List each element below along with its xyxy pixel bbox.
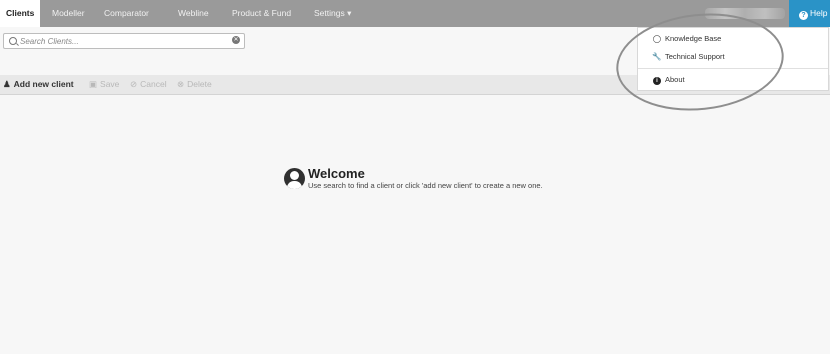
menu-item-label: About <box>665 75 685 84</box>
search-input[interactable] <box>20 34 220 48</box>
menu-divider <box>638 68 828 69</box>
save-button[interactable]: ▣ Save <box>89 75 119 94</box>
blurred-user-info <box>705 8 785 19</box>
tab-product-fund[interactable]: Product & Fund <box>232 0 291 27</box>
tab-settings[interactable]: Settings ▾ <box>314 0 351 27</box>
user-circle-icon <box>284 168 305 189</box>
delete-button[interactable]: ⊗ Delete <box>177 75 212 94</box>
add-new-client-label: Add new client <box>13 79 74 89</box>
menu-item-label: Technical Support <box>665 52 725 61</box>
help-dropdown-menu: ◯ Knowledge Base 🔧 Technical Support i Abou… <box>637 27 829 91</box>
menu-item-about[interactable]: i About <box>652 75 685 85</box>
wrench-icon: 🔧 <box>652 52 662 61</box>
lightbulb-icon: ◯ <box>652 34 662 43</box>
search-box: ✕ <box>3 33 245 49</box>
delete-label: Delete <box>187 79 212 89</box>
cancel-button[interactable]: ⊘ Cancel <box>130 75 167 94</box>
tab-modeller[interactable]: Modeller <box>52 0 85 27</box>
help-label: Help <box>810 8 828 18</box>
menu-item-label: Knowledge Base <box>665 34 722 43</box>
ban-icon: ⊘ <box>130 79 138 89</box>
help-button[interactable]: ? Help <box>789 0 830 27</box>
tab-comparator[interactable]: Comparator <box>104 0 149 27</box>
clear-search-icon[interactable]: ✕ <box>232 36 240 44</box>
info-icon: i <box>653 77 661 85</box>
top-nav-bar: Clients Modeller Comparator Webline Prod… <box>0 0 830 27</box>
question-icon: ? <box>799 11 808 20</box>
menu-item-technical-support[interactable]: 🔧 Technical Support <box>652 52 725 61</box>
tab-clients[interactable]: Clients <box>0 0 41 27</box>
delete-circle-icon: ⊗ <box>177 79 185 89</box>
add-user-icon: ♟ <box>3 79 11 89</box>
floppy-disk-icon: ▣ <box>89 79 98 89</box>
welcome-message: Use search to find a client or click 'ad… <box>308 181 543 190</box>
cancel-label: Cancel <box>140 79 167 89</box>
welcome-title: Welcome <box>308 166 365 181</box>
search-icon <box>9 37 17 45</box>
add-new-client-button[interactable]: ♟ Add new client <box>3 75 74 94</box>
menu-item-knowledge-base[interactable]: ◯ Knowledge Base <box>652 34 722 43</box>
tab-webline[interactable]: Webline <box>178 0 209 27</box>
save-label: Save <box>100 79 120 89</box>
